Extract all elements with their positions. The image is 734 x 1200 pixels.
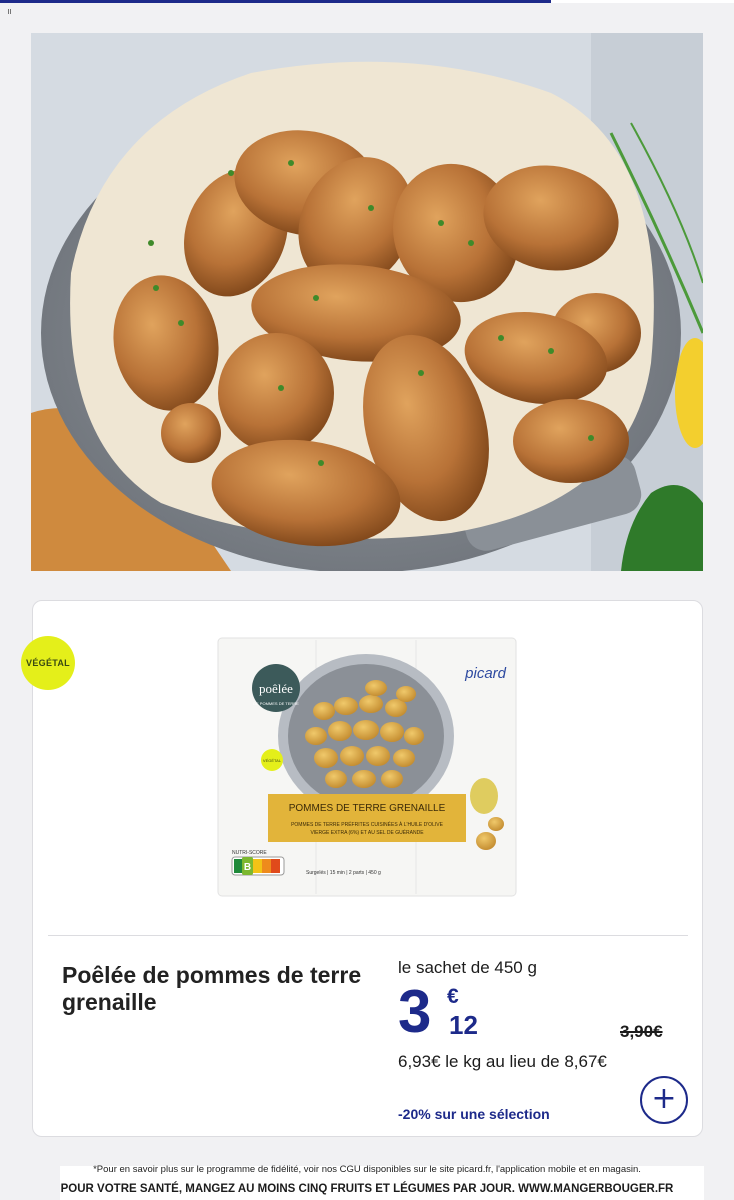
package-band-title: POMMES DE TERRE GRENAILLE xyxy=(289,803,446,814)
price-integer: 3 xyxy=(398,978,432,1045)
vegetal-badge: VÉGÉTAL xyxy=(21,636,75,690)
price-per-kg: 6,93€ le kg au lieu de 8,67€ xyxy=(398,1052,607,1071)
hero-product-photo xyxy=(31,33,703,571)
card-divider xyxy=(48,935,688,936)
package-brand: poêlée xyxy=(259,681,293,696)
nutriscore-label: NUTRI-SCORE xyxy=(232,850,267,856)
package-band-desc-1: POMMES DE TERRE PRÉFRITES CUISINÉES À L'… xyxy=(291,821,444,828)
promo-label: -20% sur une sélection xyxy=(398,1106,550,1122)
progress-fill xyxy=(0,0,551,3)
top-progress-bar xyxy=(0,0,734,3)
plus-icon: + xyxy=(651,1081,677,1116)
add-to-cart-button[interactable]: + xyxy=(640,1076,688,1124)
package-store-logo: picard xyxy=(464,665,507,682)
status-indicator xyxy=(8,9,11,14)
price-decimals: 12 xyxy=(449,1010,478,1040)
price-currency: € xyxy=(447,985,459,1008)
product-package-image[interactable]: poêlée DE POMMES DE TERRE VÉGÉTAL picard… xyxy=(216,636,518,900)
old-price: 3,90€ xyxy=(620,1022,663,1041)
package-band-desc-2: VIERGE EXTRA (6%) ET AU SEL DE GUÉRANDE xyxy=(310,829,424,836)
product-title[interactable]: Poêlée de pommes de terre grenaille xyxy=(62,962,362,1016)
nutriscore-active-letter: B xyxy=(244,862,251,873)
package-vegetal-badge: VÉGÉTAL xyxy=(263,758,282,763)
nutriscore-scale: B xyxy=(231,856,285,876)
package-footer-info: Surgelés | 15 min | 2 parts | 450 g xyxy=(306,870,381,876)
package-subbrand: DE POMMES DE TERRE xyxy=(253,701,299,706)
health-message: POUR VOTRE SANTÉ, MANGEZ AU MOINS CINQ F… xyxy=(60,1183,674,1195)
legal-notice: *Pour en savoir plus sur le programme de… xyxy=(93,1164,641,1175)
unit-size: le sachet de 450 g xyxy=(398,958,537,977)
